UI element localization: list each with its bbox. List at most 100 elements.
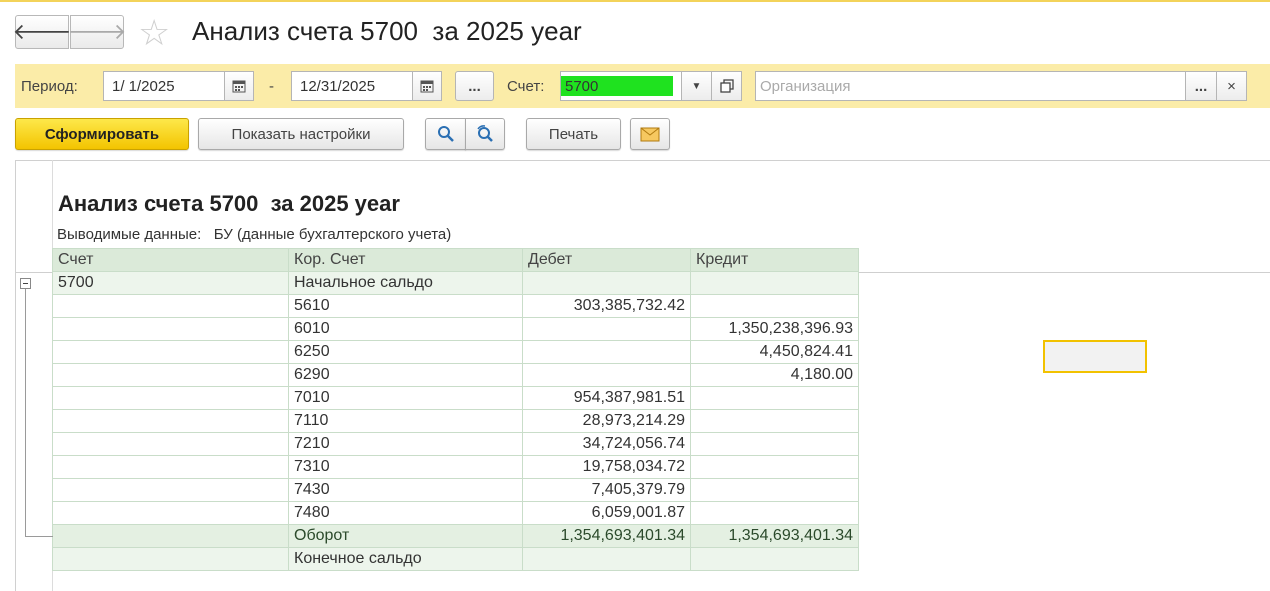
corr-account-cell[interactable]: 6010 (288, 317, 523, 341)
date-from-field[interactable]: 1/ 1/2025 (103, 71, 225, 101)
table-cell[interactable] (52, 386, 289, 410)
corr-account-cell[interactable]: 7110 (288, 409, 523, 433)
print-button[interactable]: Печать (526, 118, 621, 150)
account-dropdown-button[interactable]: ▼ (681, 71, 712, 101)
table-row: 7110 28,973,214.29 (52, 409, 859, 433)
table-cell[interactable] (690, 271, 859, 295)
corr-account-cell[interactable]: 7430 (288, 478, 523, 502)
generate-button[interactable]: Сформировать (15, 118, 189, 150)
column-header-corr-account: Кор. Счет (288, 248, 523, 272)
table-row-turnover: Оборот 1,354,693,401.34 1,354,693,401.34 (52, 524, 859, 548)
table-header-row: Счет Кор. Счет Дебет Кредит (52, 248, 859, 272)
corr-account-cell[interactable]: 7010 (288, 386, 523, 410)
table-row: 7310 19,758,034.72 (52, 455, 859, 479)
column-header-credit: Кредит (690, 248, 859, 272)
collapse-group-button[interactable] (20, 278, 31, 289)
date-separator: - (269, 78, 274, 95)
table-cell[interactable] (52, 317, 289, 341)
search-button[interactable] (425, 118, 466, 150)
credit-cell[interactable] (690, 455, 859, 479)
debit-cell[interactable]: 6,059,001.87 (522, 501, 691, 525)
report-subtitle: Выводимые данные: БУ (данные бухгалтерск… (57, 226, 452, 243)
credit-cell[interactable]: 4,180.00 (690, 363, 859, 387)
selected-cell[interactable] (1043, 340, 1147, 373)
debit-cell[interactable]: 303,385,732.42 (522, 294, 691, 318)
table-row: 7480 6,059,001.87 (52, 501, 859, 525)
account-label: Счет: (507, 78, 545, 95)
table-cell[interactable] (52, 547, 289, 571)
table-cell[interactable] (690, 547, 859, 571)
credit-cell[interactable] (690, 432, 859, 456)
table-cell[interactable] (52, 294, 289, 318)
organization-field[interactable]: Организация (755, 71, 1186, 101)
closing-balance-label[interactable]: Конечное сальдо (288, 547, 523, 571)
turnover-credit-cell[interactable]: 1,354,693,401.34 (690, 524, 859, 548)
organization-select-button[interactable]: ... (1185, 71, 1217, 101)
date-from-calendar-button[interactable] (224, 71, 254, 101)
table-cell[interactable] (52, 455, 289, 479)
credit-cell[interactable] (690, 294, 859, 318)
show-settings-button[interactable]: Показать настройки (198, 118, 404, 150)
table-row: 6250 4,450,824.41 (52, 340, 859, 364)
credit-cell[interactable]: 4,450,824.41 (690, 340, 859, 364)
table-cell[interactable] (52, 501, 289, 525)
debit-cell[interactable]: 954,387,981.51 (522, 386, 691, 410)
credit-cell[interactable]: 1,350,238,396.93 (690, 317, 859, 341)
turnover-label[interactable]: Оборот (288, 524, 523, 548)
turnover-debit-cell[interactable]: 1,354,693,401.34 (522, 524, 691, 548)
debit-cell[interactable] (522, 317, 691, 341)
table-cell[interactable] (52, 524, 289, 548)
table-cell[interactable] (52, 478, 289, 502)
table-cell[interactable] (52, 363, 289, 387)
table-row: 7210 34,724,056.74 (52, 432, 859, 456)
corr-account-cell[interactable]: 5610 (288, 294, 523, 318)
back-button[interactable]: 🡐 (12, 15, 72, 49)
arrow-right-icon: 🡒 (67, 19, 127, 44)
corr-account-cell[interactable]: 6290 (288, 363, 523, 387)
table-cell[interactable] (522, 547, 691, 571)
top-accent-line (0, 0, 1270, 2)
search-next-button[interactable] (465, 118, 505, 150)
table-cell[interactable] (52, 409, 289, 433)
forward-button[interactable]: 🡒 (67, 15, 127, 49)
corr-account-cell[interactable]: 7310 (288, 455, 523, 479)
arrow-left-icon: 🡐 (12, 19, 72, 44)
period-select-button[interactable]: ... (455, 71, 494, 101)
table-cell[interactable] (52, 340, 289, 364)
debit-cell[interactable]: 7,405,379.79 (522, 478, 691, 502)
report-top-border (15, 160, 1270, 161)
report-left-border (15, 160, 16, 591)
debit-cell[interactable]: 34,724,056.74 (522, 432, 691, 456)
account-field[interactable]: 5700 (560, 71, 682, 101)
date-to-field[interactable]: 12/31/2025 (291, 71, 413, 101)
organization-clear-button[interactable]: × (1216, 71, 1247, 101)
corr-account-cell[interactable]: 7480 (288, 501, 523, 525)
calendar-icon (232, 80, 246, 93)
report-table: Счет Кор. Счет Дебет Кредит 5700 Начальн… (52, 248, 859, 571)
table-cell[interactable] (52, 432, 289, 456)
group-tree-line (25, 289, 26, 537)
table-cell[interactable] (522, 271, 691, 295)
search-icon (437, 126, 454, 142)
calendar-icon (420, 80, 434, 93)
group-tree-end (25, 536, 53, 537)
debit-cell[interactable]: 28,973,214.29 (522, 409, 691, 433)
corr-account-cell[interactable]: 6250 (288, 340, 523, 364)
group-account-cell[interactable]: 5700 (52, 271, 289, 295)
credit-cell[interactable] (690, 478, 859, 502)
credit-cell[interactable] (690, 501, 859, 525)
send-email-button[interactable] (630, 118, 670, 150)
close-icon: × (1227, 77, 1236, 95)
debit-cell[interactable]: 19,758,034.72 (522, 455, 691, 479)
credit-cell[interactable] (690, 386, 859, 410)
envelope-icon (640, 127, 660, 141)
account-open-button[interactable] (711, 71, 742, 101)
star-icon[interactable]: ☆ (138, 13, 170, 53)
corr-account-cell[interactable]: 7210 (288, 432, 523, 456)
debit-cell[interactable] (522, 363, 691, 387)
debit-cell[interactable] (522, 340, 691, 364)
credit-cell[interactable] (690, 409, 859, 433)
account-value: 5700 (565, 78, 599, 95)
opening-balance-label[interactable]: Начальное сальдо (288, 271, 523, 295)
date-to-calendar-button[interactable] (412, 71, 442, 101)
